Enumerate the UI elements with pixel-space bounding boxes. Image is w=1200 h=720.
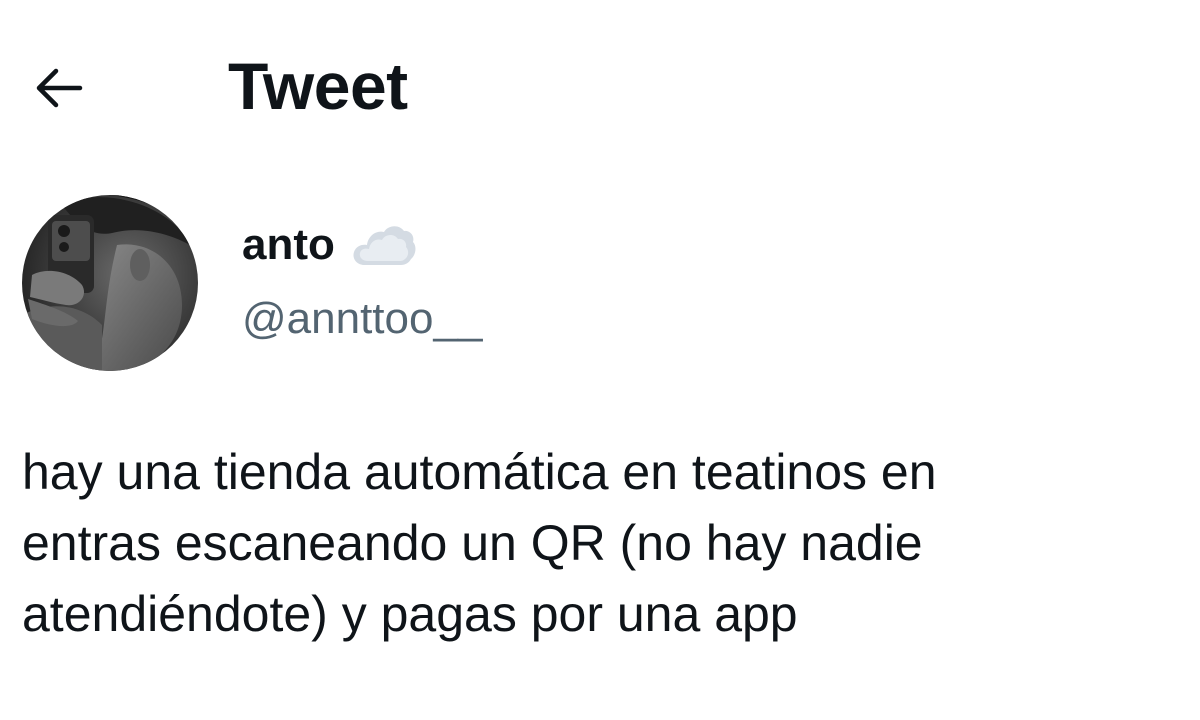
tweet-text-line: atendiéndote) y pagas por una app [22,586,798,642]
user-avatar-image [22,195,198,371]
tweet-author: anto @annttoo__ [0,195,1200,375]
tweet-text: hay una tienda automática en teatinos en… [22,437,1200,650]
author-handle[interactable]: @annttoo__ [242,291,482,347]
tweet-header: Tweet [0,0,1200,170]
tweet-text-line: entras escaneando un QR (no hay nadie [22,515,923,571]
tweet-text-line: hay una tienda automática en teatinos en [22,444,937,500]
page-title: Tweet [228,49,408,123]
display-name[interactable]: anto [242,217,335,273]
arrow-left-icon [36,68,83,108]
back-button[interactable] [22,52,94,124]
author-name-row: anto [242,215,417,275]
cloud-icon [351,221,417,269]
avatar[interactable] [22,195,198,371]
